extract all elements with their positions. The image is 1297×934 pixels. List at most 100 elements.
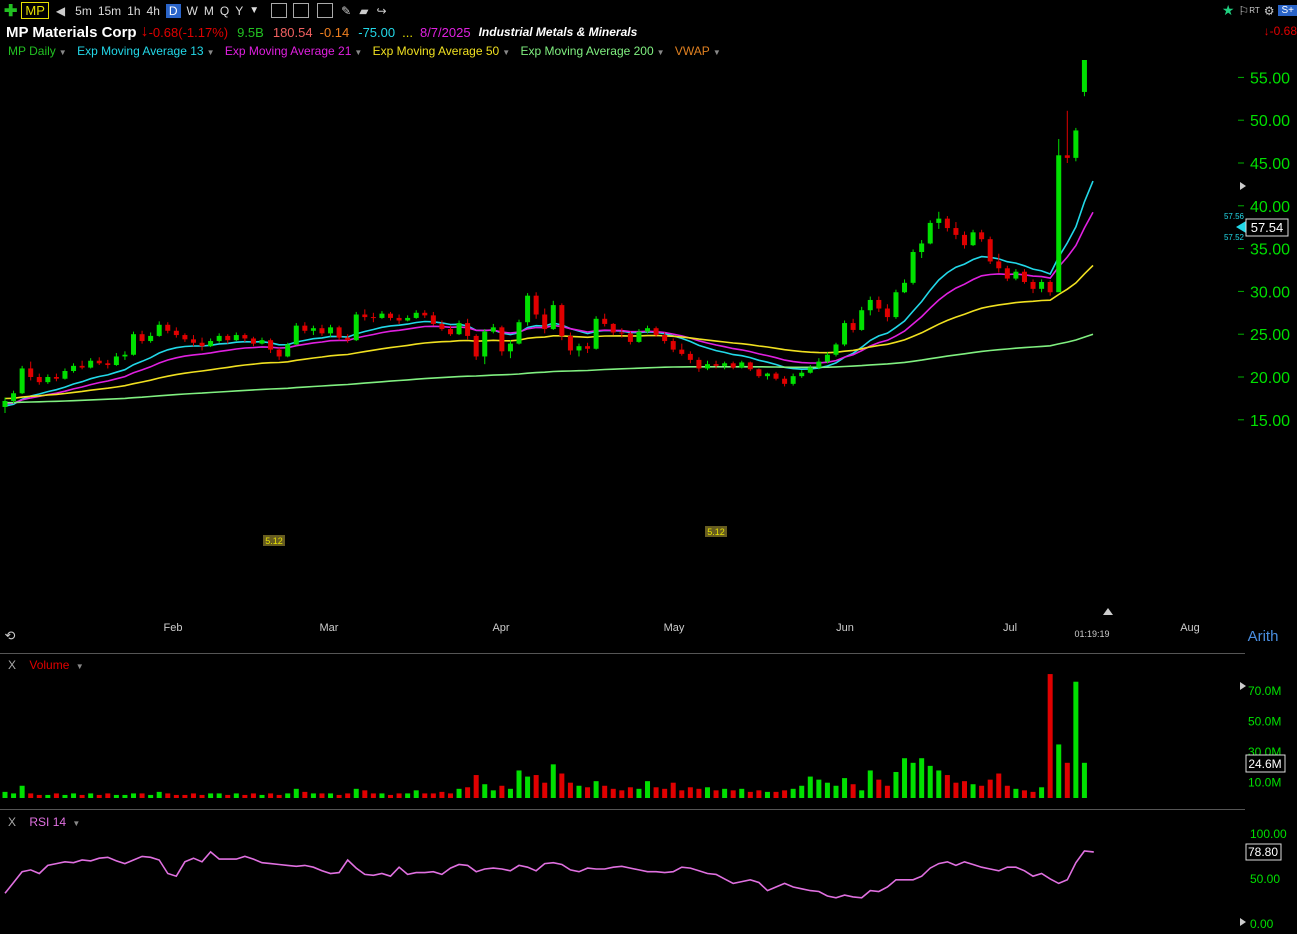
volume-bar [422, 793, 428, 798]
candle-body [28, 368, 34, 377]
candle-body [225, 335, 231, 341]
candle-body [465, 323, 471, 336]
volume-scroll-icon[interactable] [1240, 682, 1246, 690]
speaker-icon[interactable]: ◀ [56, 4, 65, 18]
more-stats[interactable]: ... [402, 25, 413, 40]
study-legend: MP Daily ▼ Exp Moving Average 13 ▼ Exp Mov… [8, 44, 728, 58]
volume-bar [790, 788, 796, 798]
volume-bar [430, 793, 436, 798]
scroll-right-icon[interactable] [1103, 608, 1113, 615]
volume-bar [473, 775, 479, 798]
volume-bar [259, 794, 265, 798]
timeframe-y[interactable]: Y [235, 4, 243, 18]
zoom-reset-icon[interactable]: ⟲ [5, 628, 16, 643]
date-axis: Feb Mar Apr May Jun Jul Aug [164, 622, 1200, 634]
scale-mode-button[interactable]: Arith [1248, 628, 1279, 645]
volume-bar [405, 793, 411, 798]
volume-bar [953, 782, 959, 798]
legend-ema13[interactable]: Exp Moving Average 13 ▼ [77, 44, 214, 58]
calculator-icon[interactable] [317, 3, 334, 18]
candle-body [902, 282, 908, 293]
legend-vwap[interactable]: VWAP ▼ [675, 44, 721, 58]
industry-label[interactable]: Industrial Metals & Minerals [479, 25, 638, 39]
candle-body [910, 252, 916, 283]
rsi-chart[interactable]: 100.00 50.00 0.00 78.80 [0, 810, 1297, 934]
legend-ema50[interactable]: Exp Moving Average 50 ▼ [373, 44, 510, 58]
studies-icon[interactable] [293, 3, 310, 18]
rsi-tick-label: 100.00 [1250, 827, 1287, 841]
timeframe-15m[interactable]: 15m [98, 4, 121, 18]
chart-style-icon[interactable] [271, 3, 288, 18]
timeframe-d[interactable]: D [165, 3, 181, 18]
volume-bar [550, 764, 556, 798]
volume-bar [679, 790, 685, 798]
price-axis[interactable]: 75.0070.0065.0060.0055.0050.0045.0040.00… [1238, 60, 1290, 430]
volume-bar [593, 781, 599, 798]
candle-body [1056, 155, 1062, 293]
volume-bar [696, 788, 702, 798]
volume-bar [670, 782, 676, 798]
volume-bar [319, 793, 325, 798]
legend-ema200[interactable]: Exp Moving Average 200 ▼ [520, 44, 664, 58]
settings-icon[interactable]: ⚙ [1264, 4, 1275, 18]
timeframe-4h[interactable]: 4h [147, 4, 160, 18]
right-change-value: -0.68 [1269, 24, 1297, 38]
earnings-flag[interactable]: 5.12 [705, 526, 727, 537]
volume-bar [1081, 762, 1087, 798]
symbol-info-row: MP Materials Corp ↓ -0.68 (-1.17%) 9.5B … [6, 22, 637, 42]
volume-bar [216, 793, 222, 798]
chevron-down-icon[interactable]: ▼ [713, 48, 721, 57]
stat-1: 180.54 [272, 24, 313, 40]
flag-icon[interactable]: ⚐ [1238, 4, 1249, 18]
legend-daily[interactable]: MP Daily ▼ [8, 44, 67, 58]
volume-bar [28, 793, 34, 798]
month-label: Jul [1003, 622, 1017, 634]
candle-body [585, 346, 591, 349]
chevron-down-icon[interactable]: ▼ [502, 48, 510, 57]
candle-body [36, 377, 42, 383]
volume-bar [645, 781, 651, 798]
candle-body [1047, 281, 1053, 293]
axis-scroll-up-icon[interactable] [1240, 182, 1246, 190]
rsi-scroll-icon[interactable] [1240, 918, 1246, 926]
add-icon[interactable]: ✚ [4, 1, 17, 21]
earnings-flag[interactable]: 5.12 [263, 535, 285, 546]
market-cap: 9.5B [237, 24, 264, 40]
candle-body [670, 341, 676, 350]
timeframe-5m[interactable]: 5m [75, 4, 92, 18]
toolbar: ✚ MP ◀ 5m 15m 1h 4h D W M Q Y ▼ ✎ ▰ ↪ ★ … [0, 0, 1297, 21]
draw-pen-icon[interactable]: ✎ [341, 4, 351, 18]
timeframe-dropdown-icon[interactable]: ▼ [249, 5, 259, 16]
legend-ema21[interactable]: Exp Moving Average 21 ▼ [225, 44, 362, 58]
volume-bar [396, 793, 402, 798]
favorite-star-icon[interactable]: ★ [1222, 2, 1235, 19]
timeframe-m[interactable]: M [204, 4, 214, 18]
volume-bar [131, 793, 137, 798]
candle-body [525, 295, 531, 323]
volume-bar [1013, 788, 1019, 798]
share-icon[interactable]: ↪ [376, 4, 386, 18]
volume-bar [773, 791, 779, 798]
volume-bar [516, 770, 522, 798]
volume-bar [1021, 790, 1027, 798]
bid-price: 57.56 [1224, 212, 1245, 221]
eraser-icon[interactable]: ▰ [359, 4, 368, 18]
chevron-down-icon[interactable]: ▼ [657, 48, 665, 57]
chevron-down-icon[interactable]: ▼ [207, 48, 215, 57]
candle-body [199, 342, 205, 347]
price-chart[interactable]: 75.0070.0065.0060.0055.0050.0045.0040.00… [0, 60, 1297, 660]
chevron-down-icon[interactable]: ▼ [354, 48, 362, 57]
candle-body [345, 337, 351, 341]
symbol-input[interactable]: MP [21, 2, 49, 19]
timeframe-q[interactable]: Q [220, 4, 229, 18]
candle-body [593, 318, 599, 349]
candle-body [2, 400, 8, 407]
volume-bar [542, 782, 548, 798]
candle-body [996, 261, 1002, 269]
timeframe-1h[interactable]: 1h [127, 4, 140, 18]
chevron-down-icon[interactable]: ▼ [59, 48, 67, 57]
volume-bar [353, 788, 359, 798]
timeframe-w[interactable]: W [187, 4, 198, 18]
volume-chart[interactable]: 70.0M50.0M30.0M10.0M 24.6M [0, 654, 1297, 809]
subscription-badge[interactable]: S+ [1278, 5, 1297, 16]
